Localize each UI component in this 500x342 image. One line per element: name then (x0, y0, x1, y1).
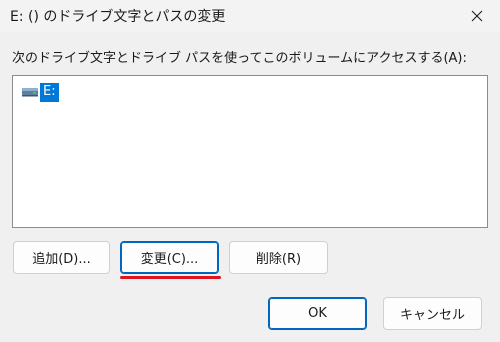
highlight-underline (120, 276, 221, 279)
change-button[interactable]: 変更(C)... (120, 241, 219, 274)
dialog-window: E: () のドライブ文字とパスの変更 次のドライブ文字とドライブ パスを使って… (0, 0, 500, 342)
drive-icon (21, 82, 39, 102)
drive-path-listbox[interactable]: E: (12, 75, 488, 228)
list-item[interactable]: E: (21, 82, 59, 102)
title-bar: E: () のドライブ文字とパスの変更 (0, 0, 500, 32)
add-button[interactable]: 追加(D)... (13, 241, 110, 274)
close-icon (471, 10, 483, 22)
remove-button[interactable]: 削除(R) (229, 241, 328, 274)
list-item-label: E: (40, 82, 59, 102)
cancel-button[interactable]: キャンセル (383, 297, 482, 330)
close-button[interactable] (454, 0, 500, 32)
window-title: E: () のドライブ文字とパスの変更 (10, 9, 226, 25)
prompt-label: 次のドライブ文字とドライブ パスを使ってこのボリュームにアクセスする(A): (12, 51, 467, 66)
ok-button[interactable]: OK (268, 297, 367, 330)
